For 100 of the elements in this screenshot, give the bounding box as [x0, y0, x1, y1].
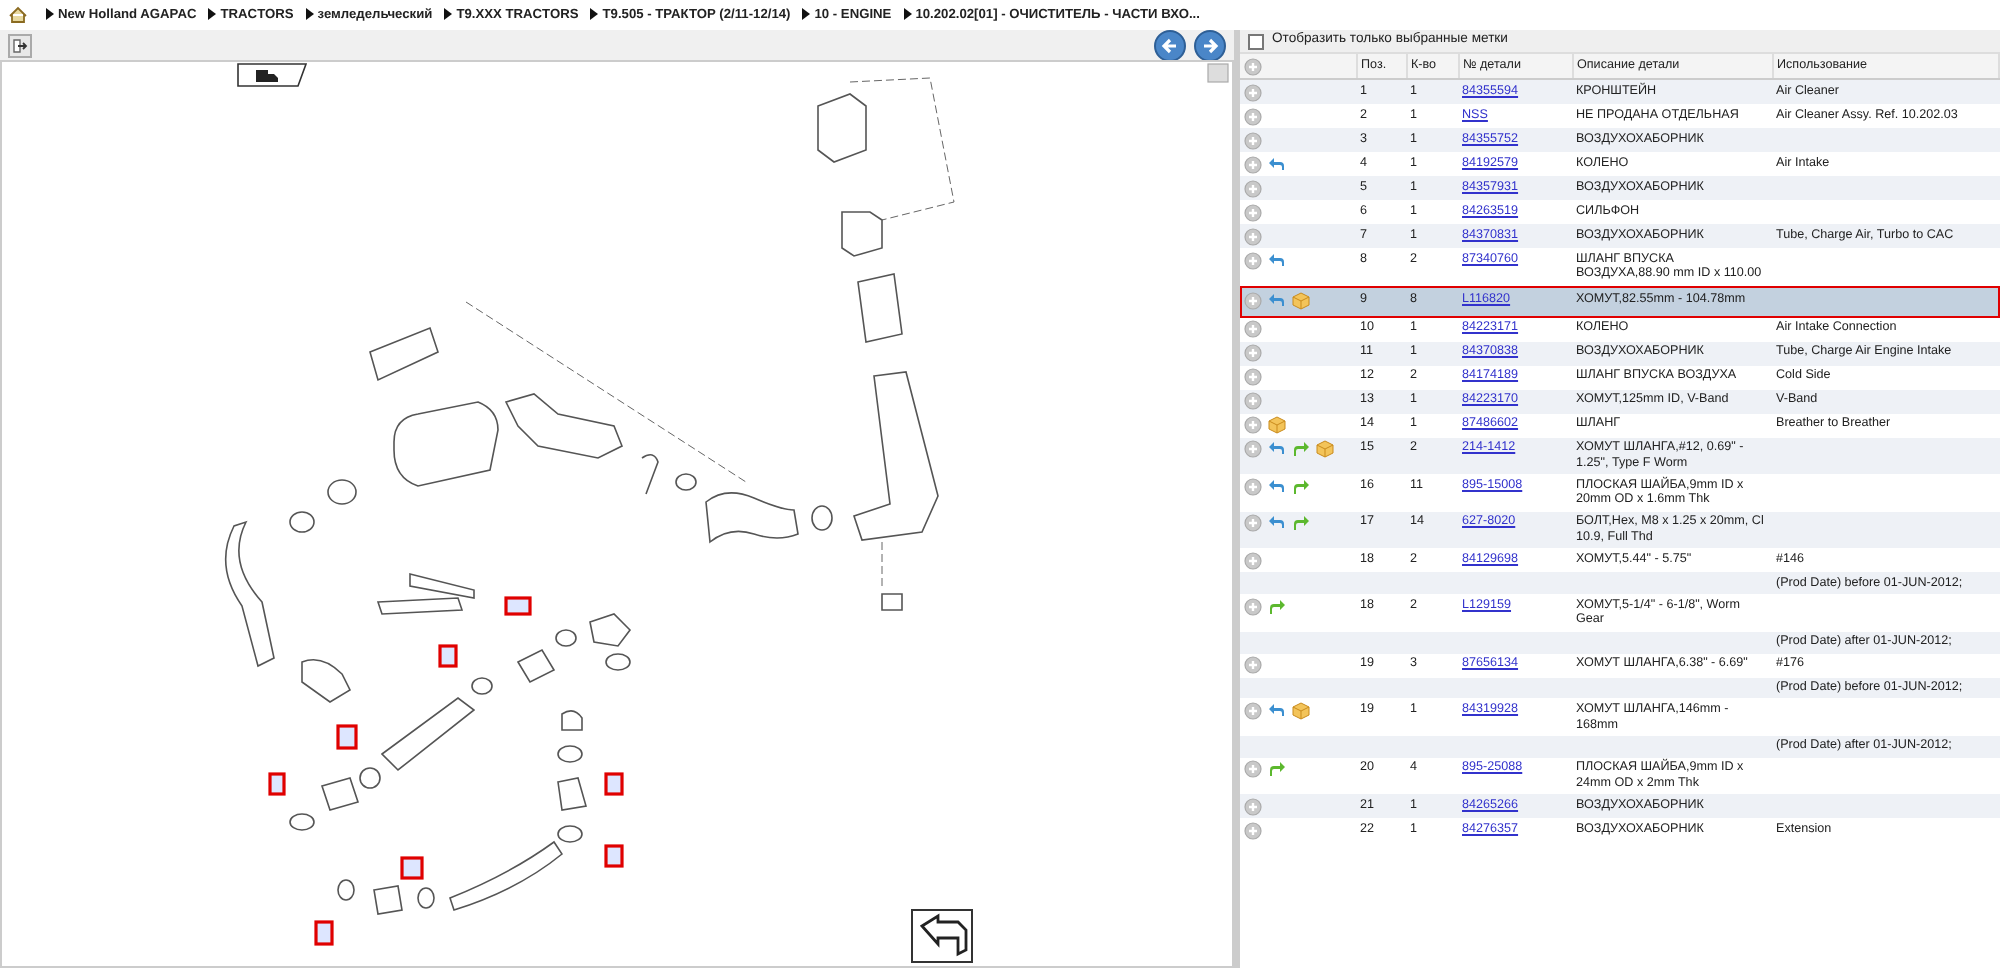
expand-icon[interactable] — [1244, 760, 1262, 779]
cap-drawing — [841, 211, 883, 257]
replaced-arrow-icon[interactable] — [1268, 292, 1286, 311]
bracket-drawing — [881, 593, 903, 611]
package-icon[interactable] — [1316, 440, 1334, 459]
arrow-left-icon — [1160, 35, 1180, 55]
expand-icon[interactable] — [1244, 179, 1262, 197]
replaced-arrow-icon[interactable] — [1268, 477, 1286, 496]
forward-arrow-icon[interactable] — [1292, 514, 1310, 533]
expand-icon[interactable] — [1244, 440, 1262, 459]
caret-icon — [305, 8, 314, 21]
cap-drawing — [561, 710, 583, 731]
hotspot-marker[interactable] — [604, 772, 624, 796]
expand-icon[interactable] — [1244, 227, 1262, 245]
caret-icon — [590, 8, 599, 21]
hook-drawing — [641, 454, 659, 495]
clamp-drawing — [417, 887, 435, 909]
caret-icon — [903, 8, 912, 21]
arrow-right-icon — [1200, 35, 1220, 55]
clamp-drawing — [327, 479, 357, 505]
bellows-drawing — [705, 492, 799, 543]
caret-icon — [444, 8, 453, 21]
expand-icon[interactable] — [1244, 155, 1262, 173]
caret-icon — [208, 8, 217, 21]
expand-icon[interactable] — [1244, 701, 1262, 720]
replaced-arrow-icon[interactable] — [1268, 514, 1286, 533]
air-cleaner-drawing — [393, 401, 499, 487]
clamp-drawing — [471, 677, 493, 695]
expand-icon[interactable] — [1244, 477, 1262, 496]
leader-line — [881, 541, 883, 591]
replaced-arrow-icon[interactable] — [1268, 155, 1286, 173]
replaced-arrow-icon[interactable] — [1268, 251, 1286, 269]
clamp-drawing — [605, 653, 631, 671]
forward-arrow-icon[interactable] — [1268, 760, 1286, 779]
expand-icon[interactable] — [1244, 821, 1262, 840]
clamp-drawing — [557, 825, 583, 843]
clamp-drawing — [289, 813, 315, 831]
forward-arrow-icon[interactable] — [1292, 477, 1310, 496]
forward-arrow-icon[interactable] — [1292, 440, 1310, 459]
tractor-tab-icon[interactable] — [237, 63, 308, 87]
clamp-drawing — [359, 767, 381, 789]
expand-icon[interactable] — [1244, 514, 1262, 533]
expand-icon[interactable] — [1244, 107, 1262, 125]
expand-icon[interactable] — [1244, 251, 1262, 269]
clamp-drawing — [289, 511, 315, 533]
forward-button[interactable] — [1194, 29, 1226, 61]
expand-icon[interactable] — [1244, 392, 1262, 411]
expand-icon[interactable] — [1244, 344, 1262, 363]
expand-icon[interactable] — [1244, 368, 1262, 387]
expand-icon[interactable] — [1244, 551, 1262, 570]
expand-icon[interactable] — [1244, 656, 1262, 675]
hotspot-marker[interactable] — [604, 844, 624, 868]
hotspot-marker[interactable] — [438, 644, 458, 668]
export-button[interactable] — [8, 33, 32, 57]
replaced-arrow-icon[interactable] — [1268, 440, 1286, 459]
tube-drawing — [516, 648, 556, 684]
package-icon[interactable] — [1292, 701, 1310, 720]
hotspot-marker[interactable] — [400, 856, 424, 880]
duct-drawing — [504, 393, 623, 459]
replaced-arrow-icon[interactable] — [1268, 701, 1286, 720]
scrollbar-thumb[interactable] — [1207, 63, 1229, 83]
checkbox[interactable] — [1248, 33, 1264, 49]
expand-icon[interactable] — [1244, 131, 1262, 149]
elbow-drawing — [301, 658, 351, 703]
package-icon[interactable] — [1292, 292, 1310, 311]
caret-icon — [46, 8, 54, 21]
hose-drawing — [380, 697, 476, 772]
clamp-drawing — [811, 505, 833, 531]
tube-drawing — [557, 777, 587, 811]
export-icon — [12, 37, 28, 53]
back-button[interactable] — [1154, 29, 1186, 61]
clamp-drawing — [337, 879, 355, 901]
bracket-drawing — [369, 326, 439, 382]
caret-icon — [802, 8, 811, 21]
home-icon[interactable] — [8, 6, 28, 24]
tube-drawing — [320, 777, 360, 811]
hose-drawing — [449, 841, 563, 911]
filter-cover-drawing — [817, 93, 867, 163]
expand-icon[interactable] — [1244, 292, 1262, 311]
tube-drawing — [857, 273, 903, 343]
expand-icon[interactable] — [1244, 57, 1262, 75]
expand-icon[interactable] — [1244, 416, 1262, 435]
expand-icon[interactable] — [1244, 797, 1262, 816]
expand-icon[interactable] — [1244, 597, 1262, 616]
forward-arrow-icon[interactable] — [1268, 597, 1286, 616]
hotspot-marker[interactable] — [504, 596, 532, 616]
tube-drawing — [373, 885, 403, 915]
expand-icon[interactable] — [1244, 83, 1262, 101]
return-arrow-button[interactable] — [911, 909, 973, 963]
rod-drawing — [376, 572, 475, 615]
hotspot-marker[interactable] — [336, 724, 358, 750]
expand-icon[interactable] — [1244, 203, 1262, 221]
hotspot-marker[interactable] — [314, 920, 334, 946]
expand-icon[interactable] — [1244, 320, 1262, 339]
elbow-drawing — [589, 613, 632, 647]
clamp-drawing — [675, 473, 697, 491]
clamp-drawing — [557, 745, 583, 763]
hotspot-marker[interactable] — [268, 772, 286, 796]
package-icon[interactable] — [1268, 416, 1286, 435]
clamp-drawing — [555, 629, 577, 647]
